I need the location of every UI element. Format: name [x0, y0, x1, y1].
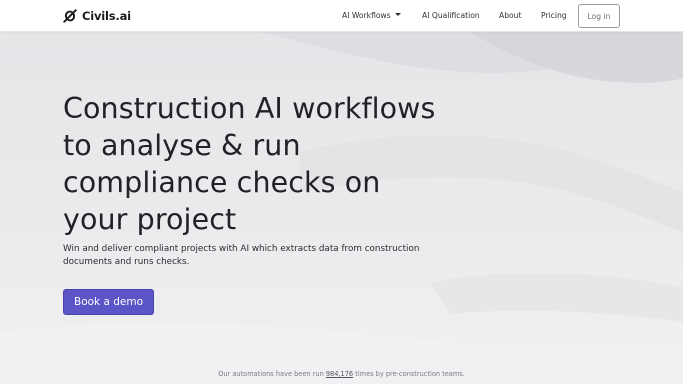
hero-subtitle: Win and deliver compliant projects with …	[63, 244, 420, 267]
automation-runs-note: Our automations have been run 984,176 ti…	[0, 370, 683, 378]
nav-ai-qualification[interactable]: AI Qualification	[422, 11, 480, 21]
hero-title: Construction AI workflows to analyse & r…	[63, 92, 436, 236]
nav-ai-workflows-label: AI Workflows	[342, 11, 391, 20]
top-navbar: Civils.ai AI Workflows AI Qualification …	[0, 0, 683, 32]
runs-note-prefix: Our automations have been run	[218, 370, 326, 378]
runs-note-suffix: times by pre-construction teams.	[353, 370, 465, 378]
brand-name: Civils.ai	[82, 9, 131, 23]
nav-pricing[interactable]: Pricing	[541, 11, 567, 21]
runs-count: 984,176	[325, 370, 354, 378]
brand-home-link[interactable]: Civils.ai	[62, 8, 131, 24]
book-demo-button[interactable]: Book a demo	[63, 289, 154, 315]
nav-about[interactable]: About	[499, 11, 521, 21]
brand-logo-icon	[63, 9, 77, 23]
nav-ai-workflows[interactable]: AI Workflows	[342, 11, 401, 21]
login-button[interactable]: Log in	[578, 4, 620, 28]
caret-down-icon	[394, 13, 401, 16]
